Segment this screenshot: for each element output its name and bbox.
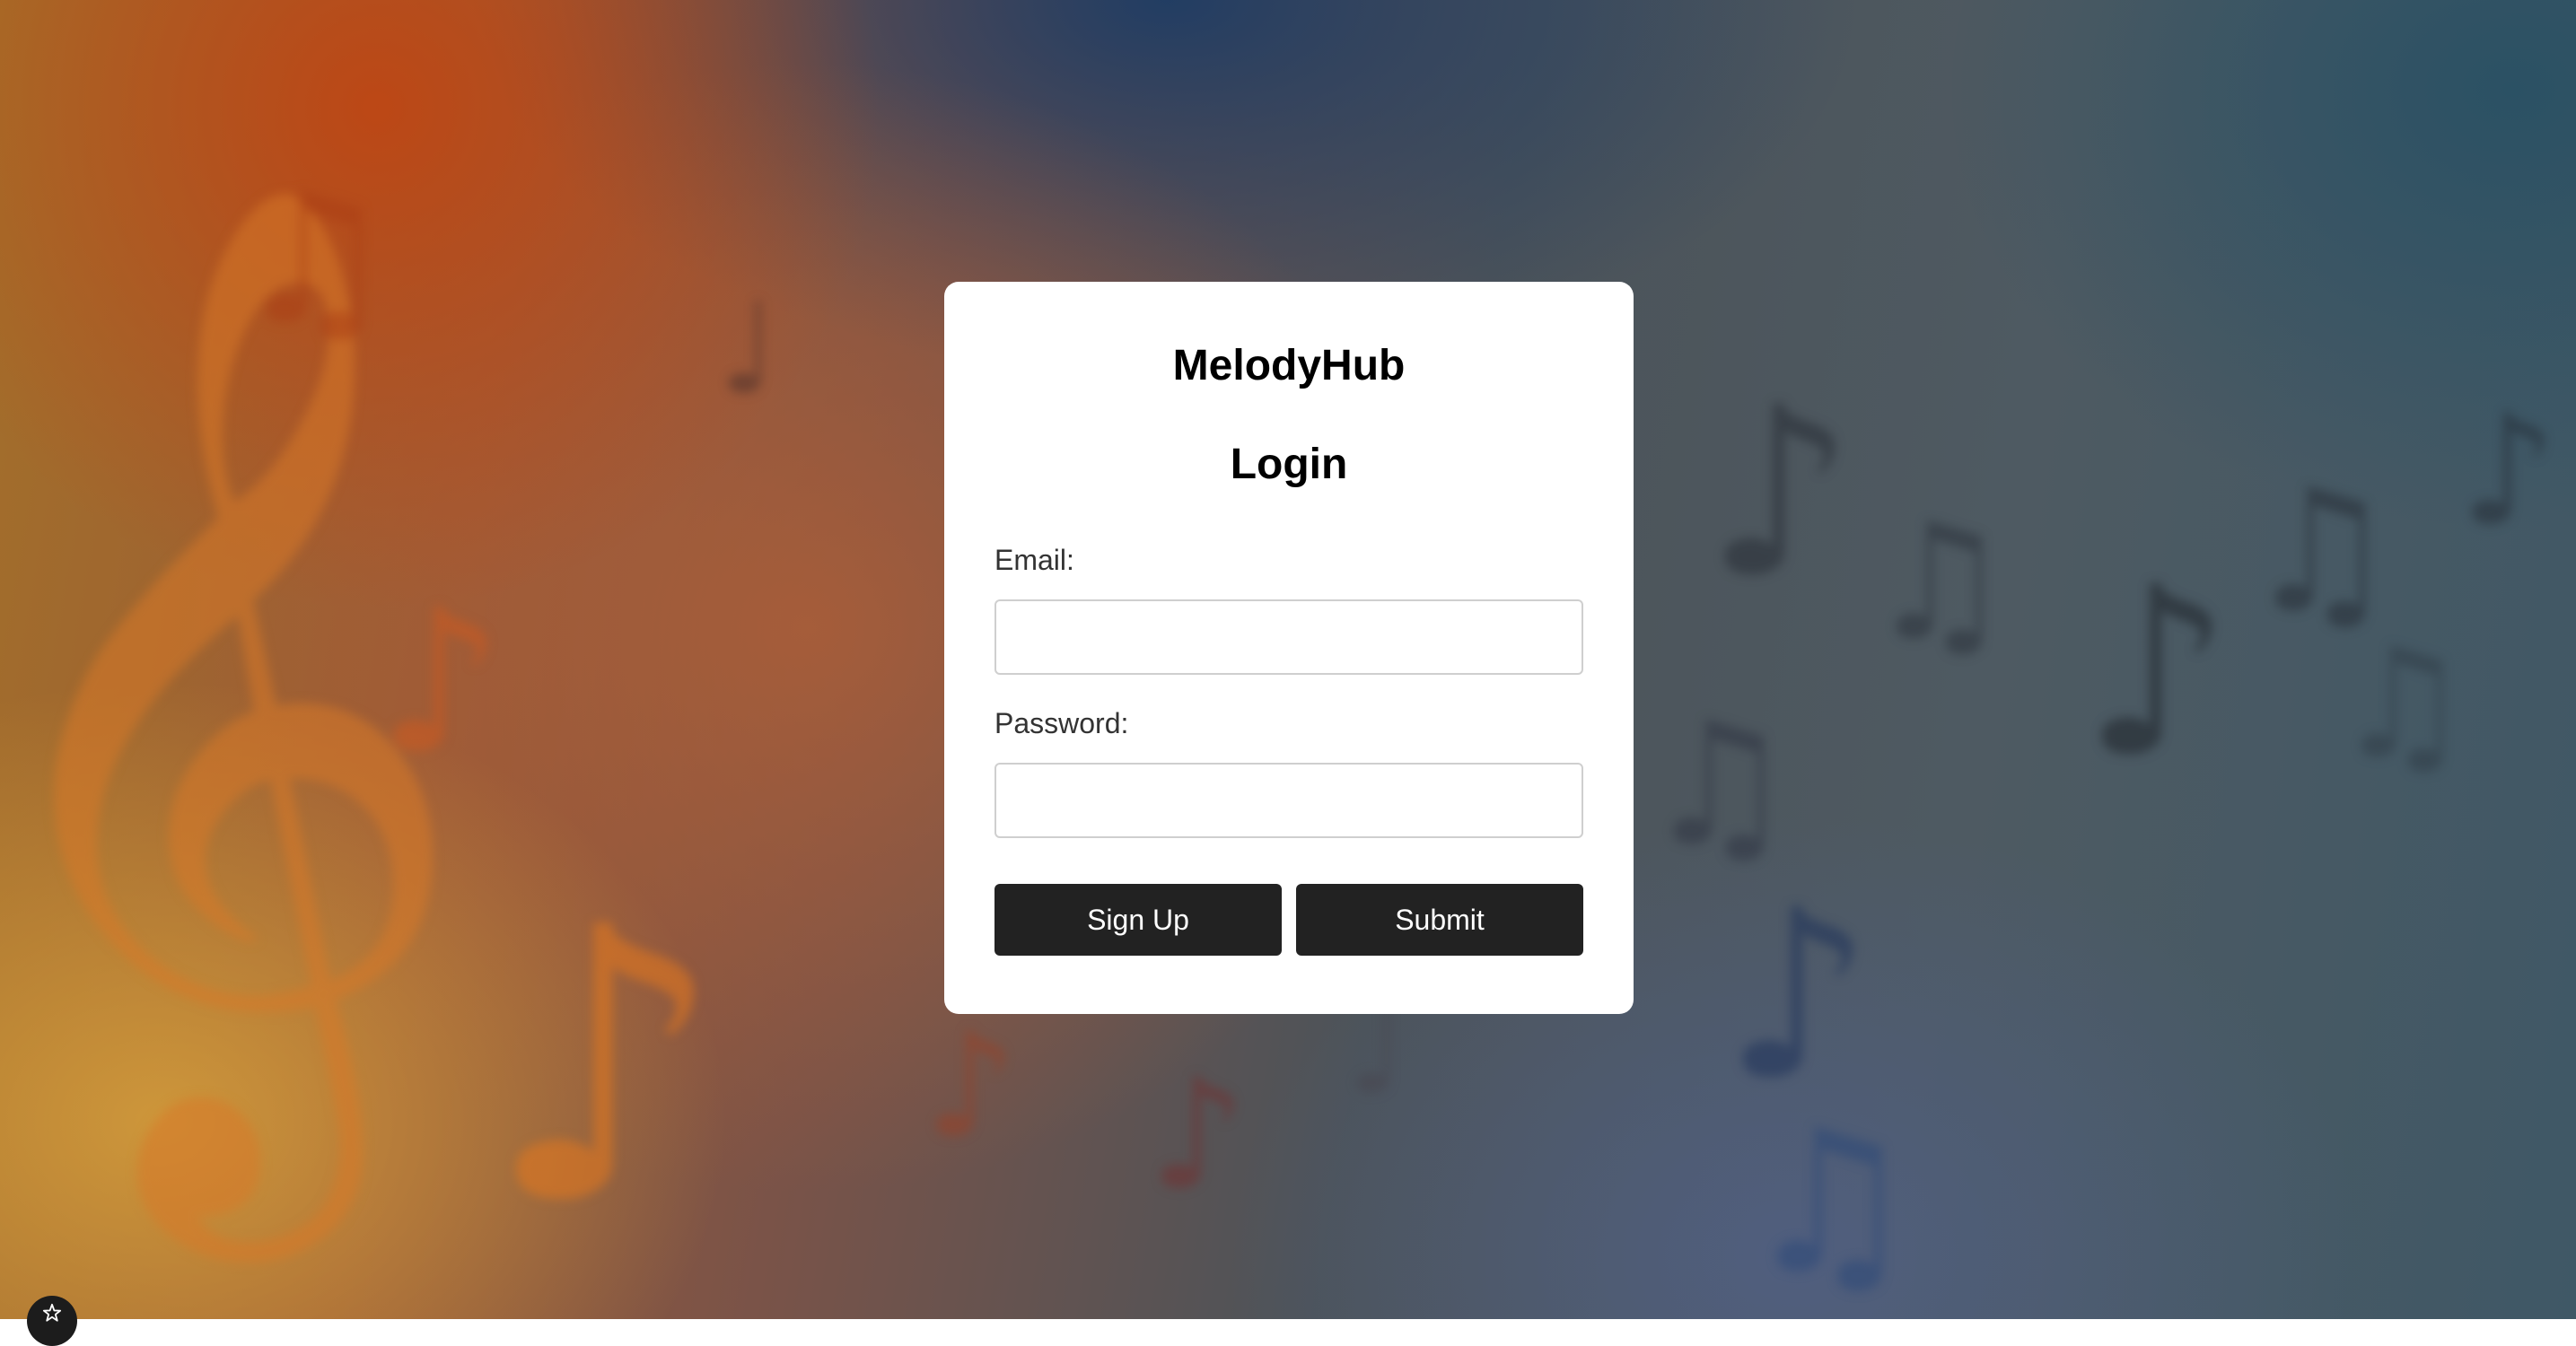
password-label: Password: — [994, 707, 1129, 739]
star-icon — [42, 1303, 62, 1327]
email-label: Email: — [994, 544, 1074, 576]
corner-badge[interactable] — [27, 1296, 77, 1346]
password-input[interactable] — [994, 763, 1583, 838]
login-heading: Login — [1230, 441, 1348, 488]
app-title: MelodyHub — [1172, 342, 1406, 389]
login-card: MelodyHub Login Email: Password: Sign Up… — [944, 282, 1634, 1014]
sign-up-button[interactable]: Sign Up — [994, 884, 1282, 956]
submit-button[interactable]: Submit — [1296, 884, 1583, 956]
email-input[interactable] — [994, 599, 1583, 675]
